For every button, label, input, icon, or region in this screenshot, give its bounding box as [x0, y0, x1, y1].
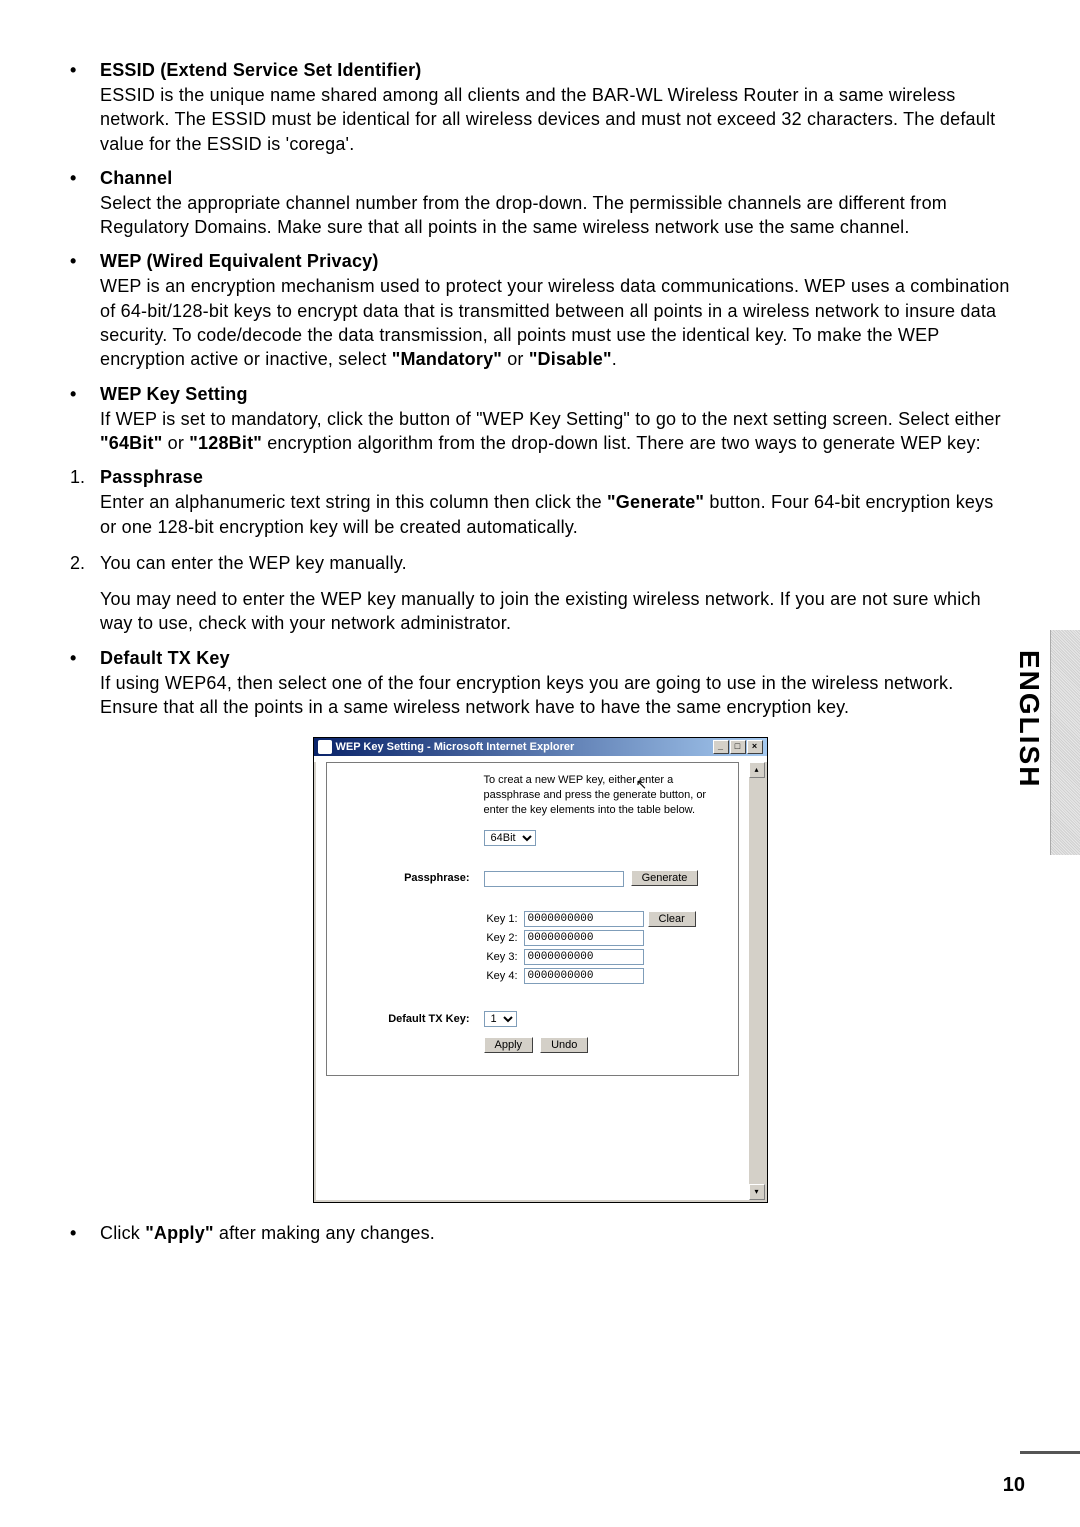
bullet: •: [70, 168, 100, 189]
wepkey-desc: If WEP is set to mandatory, click the bu…: [100, 407, 1010, 456]
key1-label: Key 1:: [484, 913, 524, 925]
essid-title: ESSID (Extend Service Set Identifier): [100, 60, 1010, 81]
wep-desc: WEP is an encryption mechanism used to p…: [100, 274, 1010, 371]
passphrase-desc: Enter an alphanumeric text string in thi…: [100, 490, 1010, 539]
wep-title: WEP (Wired Equivalent Privacy): [100, 251, 1010, 272]
num-2: 2.: [70, 553, 100, 574]
dialog-intro: To creat a new WEP key, either enter a p…: [484, 773, 726, 818]
defaulttx-select[interactable]: 1: [484, 1011, 517, 1027]
defaulttx-title: Default TX Key: [100, 648, 1010, 669]
bullet: •: [70, 648, 100, 669]
page-bar: [1020, 1451, 1080, 1454]
key4-input[interactable]: [524, 968, 644, 984]
defaulttx-desc: If using WEP64, then select one of the f…: [100, 671, 1010, 720]
passphrase-label: Passphrase:: [339, 872, 484, 884]
apply-button[interactable]: Apply: [484, 1037, 534, 1053]
wepkey-title: WEP Key Setting: [100, 384, 1010, 405]
channel-title: Channel: [100, 168, 1010, 189]
undo-button[interactable]: Undo: [540, 1037, 588, 1053]
bullet: •: [70, 251, 100, 272]
key3-label: Key 3:: [484, 951, 524, 963]
num-1: 1.: [70, 467, 100, 488]
minimize-button[interactable]: _: [713, 740, 729, 754]
key2-input[interactable]: [524, 930, 644, 946]
bullet: •: [70, 384, 100, 405]
side-tab: [1050, 630, 1080, 855]
channel-desc: Select the appropriate channel number fr…: [100, 191, 1010, 240]
final-note: Click "Apply" after making any changes.: [100, 1221, 1010, 1245]
scroll-up-icon[interactable]: ▴: [749, 762, 765, 778]
clear-button[interactable]: Clear: [648, 911, 696, 927]
ie-icon: [318, 740, 332, 754]
bullet: •: [70, 60, 100, 81]
language-label: ENGLISH: [1013, 650, 1045, 788]
scroll-down-icon[interactable]: ▾: [749, 1184, 765, 1200]
manual-line1: You can enter the WEP key manually.: [100, 551, 1010, 575]
key3-input[interactable]: [524, 949, 644, 965]
wep-dialog-screenshot: WEP Key Setting - Microsoft Internet Exp…: [313, 737, 768, 1203]
bit-select[interactable]: 64Bit: [484, 830, 536, 846]
manual-line2: You may need to enter the WEP key manual…: [100, 587, 1010, 636]
window-titlebar: WEP Key Setting - Microsoft Internet Exp…: [314, 738, 767, 756]
close-button[interactable]: ×: [747, 740, 763, 754]
cursor-icon: ↖: [636, 776, 648, 793]
scrollbar[interactable]: ▴ ▾: [749, 762, 765, 1200]
maximize-button[interactable]: □: [730, 740, 746, 754]
key2-label: Key 2:: [484, 932, 524, 944]
passphrase-input[interactable]: [484, 871, 624, 887]
generate-button[interactable]: Generate: [631, 870, 699, 886]
bullet: •: [70, 1223, 100, 1244]
defaulttx-label: Default TX Key:: [339, 1013, 484, 1025]
passphrase-title: Passphrase: [100, 467, 1010, 488]
page-number: 10: [1003, 1474, 1025, 1497]
key4-label: Key 4:: [484, 970, 524, 982]
key1-input[interactable]: [524, 911, 644, 927]
essid-desc: ESSID is the unique name shared among al…: [100, 83, 1010, 156]
window-title: WEP Key Setting - Microsoft Internet Exp…: [336, 741, 575, 753]
